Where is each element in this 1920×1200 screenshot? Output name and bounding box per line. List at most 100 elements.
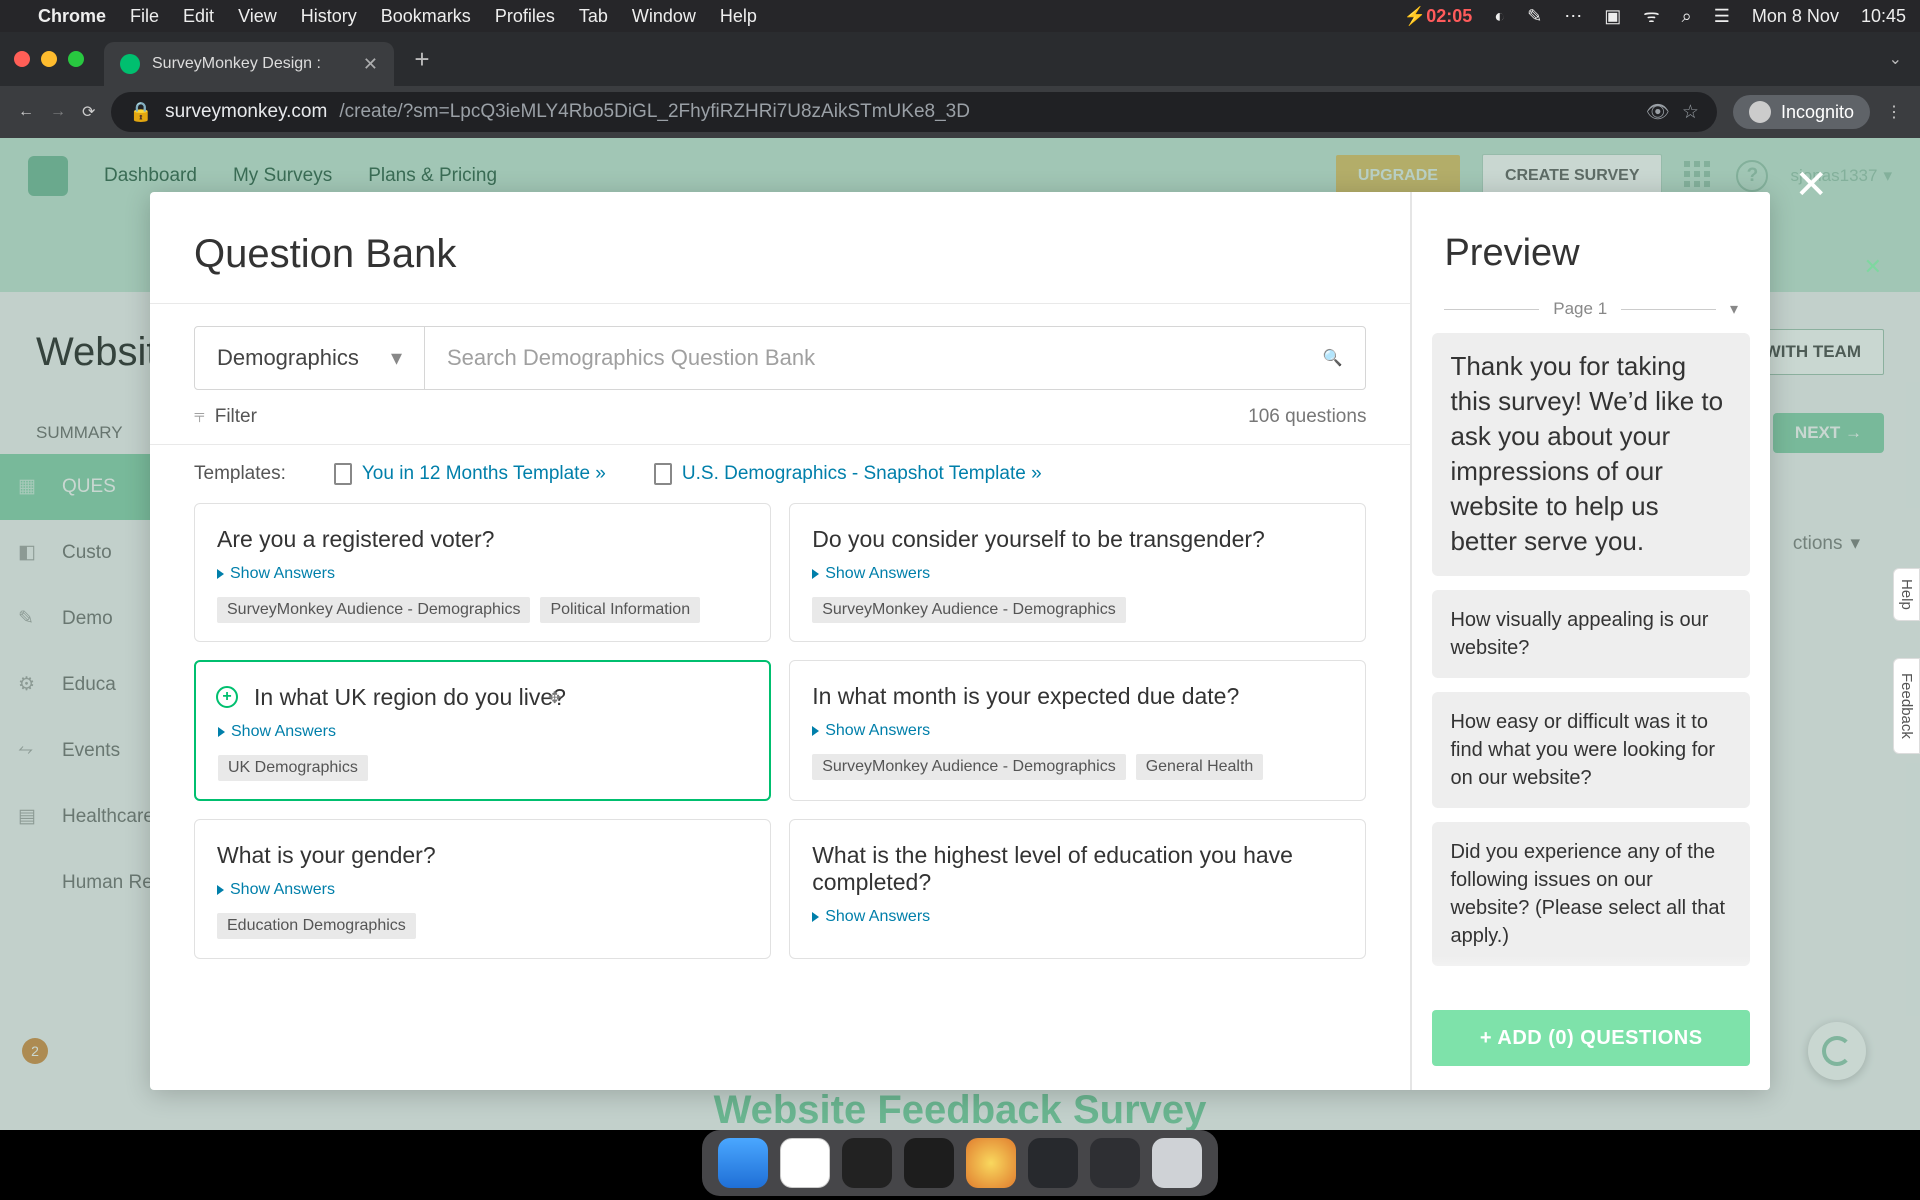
filter-icon: ⫧: [194, 406, 205, 428]
status-icon-3[interactable]: ⋯: [1564, 6, 1582, 27]
window-zoom-button[interactable]: [68, 51, 84, 67]
window-minimize-button[interactable]: [41, 51, 57, 67]
status-icon-2[interactable]: ✎: [1527, 6, 1542, 27]
menu-view[interactable]: View: [238, 6, 277, 27]
question-count: 106 questions: [1248, 406, 1366, 428]
template-link-1[interactable]: You in 12 Months Template »: [334, 463, 606, 485]
nav-reload-button[interactable]: ⟳: [82, 102, 95, 122]
nav-forward-button[interactable]: →: [50, 103, 66, 121]
add-question-icon[interactable]: +: [216, 686, 238, 708]
question-tag[interactable]: Political Information: [540, 597, 700, 623]
preview-item[interactable]: Thank you for taking this survey! We’d l…: [1432, 333, 1750, 576]
question-tag[interactable]: SurveyMonkey Audience - Demographics: [812, 754, 1125, 780]
modal-title: Question Bank: [194, 232, 1366, 277]
help-side-tab[interactable]: Help: [1893, 568, 1920, 621]
control-center-icon[interactable]: ☰: [1714, 6, 1730, 27]
address-bar[interactable]: 🔒 surveymonkey.com/create/?sm=LpcQ3ieMLY…: [111, 92, 1717, 132]
preview-page-chevron-icon[interactable]: [1730, 299, 1738, 319]
status-icon-1[interactable]: ◐: [1494, 6, 1505, 27]
menu-profiles[interactable]: Profiles: [495, 6, 555, 27]
show-answers-toggle[interactable]: Show Answers: [812, 565, 1343, 583]
bookmark-star-icon[interactable]: ☆: [1682, 101, 1699, 124]
spotlight-icon[interactable]: ⌕: [1682, 6, 1692, 27]
triangle-right-icon: [812, 569, 819, 579]
dock-app-chrome[interactable]: [780, 1138, 830, 1188]
chrome-menu-button[interactable]: ⋮: [1886, 102, 1902, 122]
template-link-2[interactable]: U.S. Demographics - Snapshot Template »: [654, 463, 1042, 485]
menu-bookmarks[interactable]: Bookmarks: [381, 6, 471, 27]
triangle-right-icon: [812, 912, 819, 922]
templates-label: Templates:: [194, 463, 286, 485]
battery-warning-icon[interactable]: ⚡02:05: [1404, 6, 1472, 27]
triangle-right-icon: [812, 726, 819, 736]
tab-favicon-icon: [120, 54, 140, 74]
dock-app-7[interactable]: [1090, 1138, 1140, 1188]
question-card[interactable]: +What is your gender?Show AnswersEducati…: [194, 819, 771, 959]
dock-app-4[interactable]: [904, 1138, 954, 1188]
show-answers-toggle[interactable]: Show Answers: [812, 908, 1343, 926]
menu-tab[interactable]: Tab: [579, 6, 608, 27]
mac-dock-area: [0, 1130, 1920, 1200]
dock-app-5[interactable]: [966, 1138, 1016, 1188]
question-text: In what month is your expected due date?: [812, 683, 1343, 710]
dock-app-trash[interactable]: [1152, 1138, 1202, 1188]
preview-item[interactable]: Did you experience any of the following …: [1432, 822, 1750, 966]
show-answers-toggle[interactable]: Show Answers: [217, 881, 748, 899]
window-controls: [14, 51, 84, 67]
preview-item[interactable]: How easy or difficult was it to find wha…: [1432, 692, 1750, 808]
tab-title: SurveyMonkey Design :: [152, 55, 321, 73]
search-row: Demographics 🔍: [194, 326, 1366, 390]
preview-page-label: Page 1: [1553, 299, 1607, 319]
eye-off-icon[interactable]: 👁: [1646, 100, 1670, 124]
add-questions-button[interactable]: + ADD (0) QUESTIONS: [1432, 1010, 1750, 1066]
dock-app-6[interactable]: [1028, 1138, 1078, 1188]
question-card[interactable]: +Do you consider yourself to be transgen…: [789, 503, 1366, 642]
menu-window[interactable]: Window: [632, 6, 696, 27]
chevron-down-icon: [391, 345, 402, 371]
question-card[interactable]: +In what month is your expected due date…: [789, 660, 1366, 801]
triangle-right-icon: [217, 885, 224, 895]
move-cursor-icon: ✥: [548, 688, 561, 708]
menu-date[interactable]: Mon 8 Nov: [1752, 6, 1839, 27]
question-tag[interactable]: UK Demographics: [218, 755, 368, 781]
lock-icon[interactable]: 🔒: [129, 100, 153, 124]
menu-help[interactable]: Help: [720, 6, 757, 27]
question-card[interactable]: +Are you a registered voter?Show Answers…: [194, 503, 771, 642]
show-answers-toggle[interactable]: Show Answers: [217, 565, 748, 583]
search-icon[interactable]: 🔍: [1299, 327, 1365, 389]
question-tag[interactable]: Education Demographics: [217, 913, 416, 939]
menu-file[interactable]: File: [130, 6, 159, 27]
tabs-dropdown-icon[interactable]: ⌄: [1889, 49, 1902, 69]
question-card[interactable]: +In what UK region do you live?✥Show Ans…: [194, 660, 771, 801]
document-icon: [334, 463, 352, 485]
question-tag[interactable]: General Health: [1136, 754, 1264, 780]
question-card[interactable]: +What is the highest level of education …: [789, 819, 1366, 959]
nav-back-button[interactable]: ←: [18, 103, 34, 121]
question-text: Are you a registered voter?: [217, 526, 748, 553]
category-dropdown[interactable]: Demographics: [195, 327, 425, 389]
modal-close-button[interactable]: ✕: [1794, 162, 1828, 208]
tab-close-icon[interactable]: ✕: [363, 54, 378, 75]
wifi-icon[interactable]: ᯤ: [1643, 4, 1659, 28]
new-tab-button[interactable]: +: [404, 41, 440, 77]
question-tag[interactable]: SurveyMonkey Audience - Demographics: [217, 597, 530, 623]
browser-tab[interactable]: SurveyMonkey Design : ✕: [104, 42, 394, 86]
window-close-button[interactable]: [14, 51, 30, 67]
search-input[interactable]: [425, 327, 1299, 389]
show-answers-toggle[interactable]: Show Answers: [812, 722, 1343, 740]
question-tag[interactable]: SurveyMonkey Audience - Demographics: [812, 597, 1125, 623]
battery-icon[interactable]: ▣: [1604, 6, 1621, 27]
mac-app-name[interactable]: Chrome: [38, 6, 106, 27]
show-answers-toggle[interactable]: Show Answers: [218, 723, 747, 741]
question-text: What is your gender?: [217, 842, 748, 869]
filter-button[interactable]: Filter: [215, 406, 257, 428]
menu-clock[interactable]: 10:45: [1861, 6, 1906, 27]
dock-app-finder[interactable]: [718, 1138, 768, 1188]
chrome-toolbar: ← → ⟳ 🔒 surveymonkey.com/create/?sm=LpcQ…: [0, 86, 1920, 138]
feedback-side-tab[interactable]: Feedback: [1893, 658, 1920, 754]
dock-app-terminal[interactable]: [842, 1138, 892, 1188]
preview-item[interactable]: How visually appealing is our website?: [1432, 590, 1750, 678]
menu-edit[interactable]: Edit: [183, 6, 214, 27]
menu-history[interactable]: History: [301, 6, 357, 27]
incognito-badge[interactable]: Incognito: [1733, 95, 1870, 129]
